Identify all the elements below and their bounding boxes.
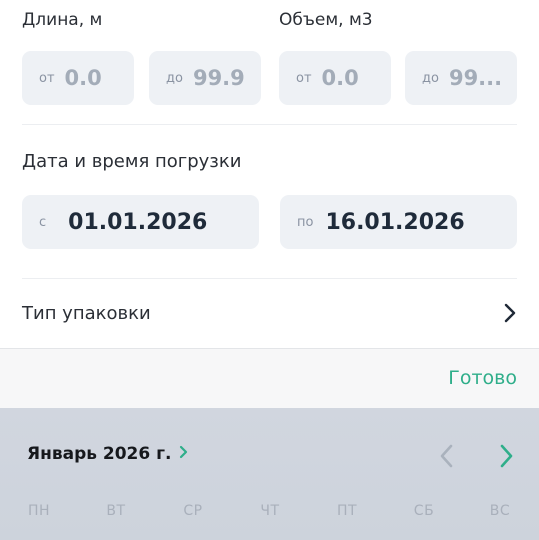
weekday-label: ВТ <box>106 503 126 519</box>
date-to-field[interactable]: по 16.01.2026 <box>280 195 517 249</box>
length-to-field[interactable]: до 99.9 <box>149 51 261 105</box>
weekday-label: ПН <box>27 503 51 519</box>
weekday-label: ПТ <box>336 503 358 519</box>
loading-date-label: Дата и время погрузки <box>22 151 242 172</box>
date-from-value: 01.01.2026 <box>68 209 208 235</box>
length-from-value: 0.0 <box>64 66 102 90</box>
chevron-right-icon <box>179 444 188 464</box>
divider <box>22 278 517 279</box>
packaging-type-label: Тип упаковки <box>22 302 151 324</box>
chevron-left-icon <box>438 444 454 473</box>
length-to-prefix: до <box>166 70 183 86</box>
divider <box>22 124 517 125</box>
next-month-button[interactable] <box>499 443 515 473</box>
volume-from-field[interactable]: от 0.0 <box>279 51 391 105</box>
date-from-field[interactable]: с 01.01.2026 <box>22 195 259 249</box>
month-selector[interactable]: Январь 2026 г. <box>27 444 188 464</box>
packaging-type-row[interactable]: Тип упаковки <box>0 282 539 344</box>
weekday-label: ВС <box>489 503 511 519</box>
date-from-prefix: с <box>39 214 47 230</box>
prev-month-button[interactable] <box>438 443 454 473</box>
weekday-label: СБ <box>413 503 435 519</box>
weekday-label: ЧТ <box>260 503 280 519</box>
chevron-right-icon <box>499 444 515 473</box>
volume-from-value: 0.0 <box>321 66 359 90</box>
done-button[interactable]: Готово <box>448 367 517 389</box>
weekday-header: ПН ВТ СР ЧТ ПТ СБ ВС <box>0 503 539 523</box>
length-to-value: 99.9 <box>192 66 245 90</box>
month-label: Январь 2026 г. <box>27 444 172 464</box>
weekday-label: СР <box>183 503 203 519</box>
calendar-picker: Январь 2026 г. ПН ВТ СР ЧТ ПТ СБ ВС <box>0 408 539 540</box>
date-to-prefix: по <box>297 214 314 230</box>
length-label: Длина, м <box>22 10 103 30</box>
volume-to-value: 99... <box>448 66 503 90</box>
volume-label: Объем, м3 <box>279 10 373 30</box>
length-from-prefix: от <box>39 70 55 86</box>
volume-to-field[interactable]: до 99... <box>405 51 517 105</box>
chevron-right-icon <box>503 302 517 324</box>
picker-toolbar: Готово <box>0 348 539 408</box>
date-to-value: 16.01.2026 <box>325 209 465 235</box>
length-from-field[interactable]: от 0.0 <box>22 51 134 105</box>
volume-from-prefix: от <box>296 70 312 86</box>
volume-to-prefix: до <box>422 70 439 86</box>
